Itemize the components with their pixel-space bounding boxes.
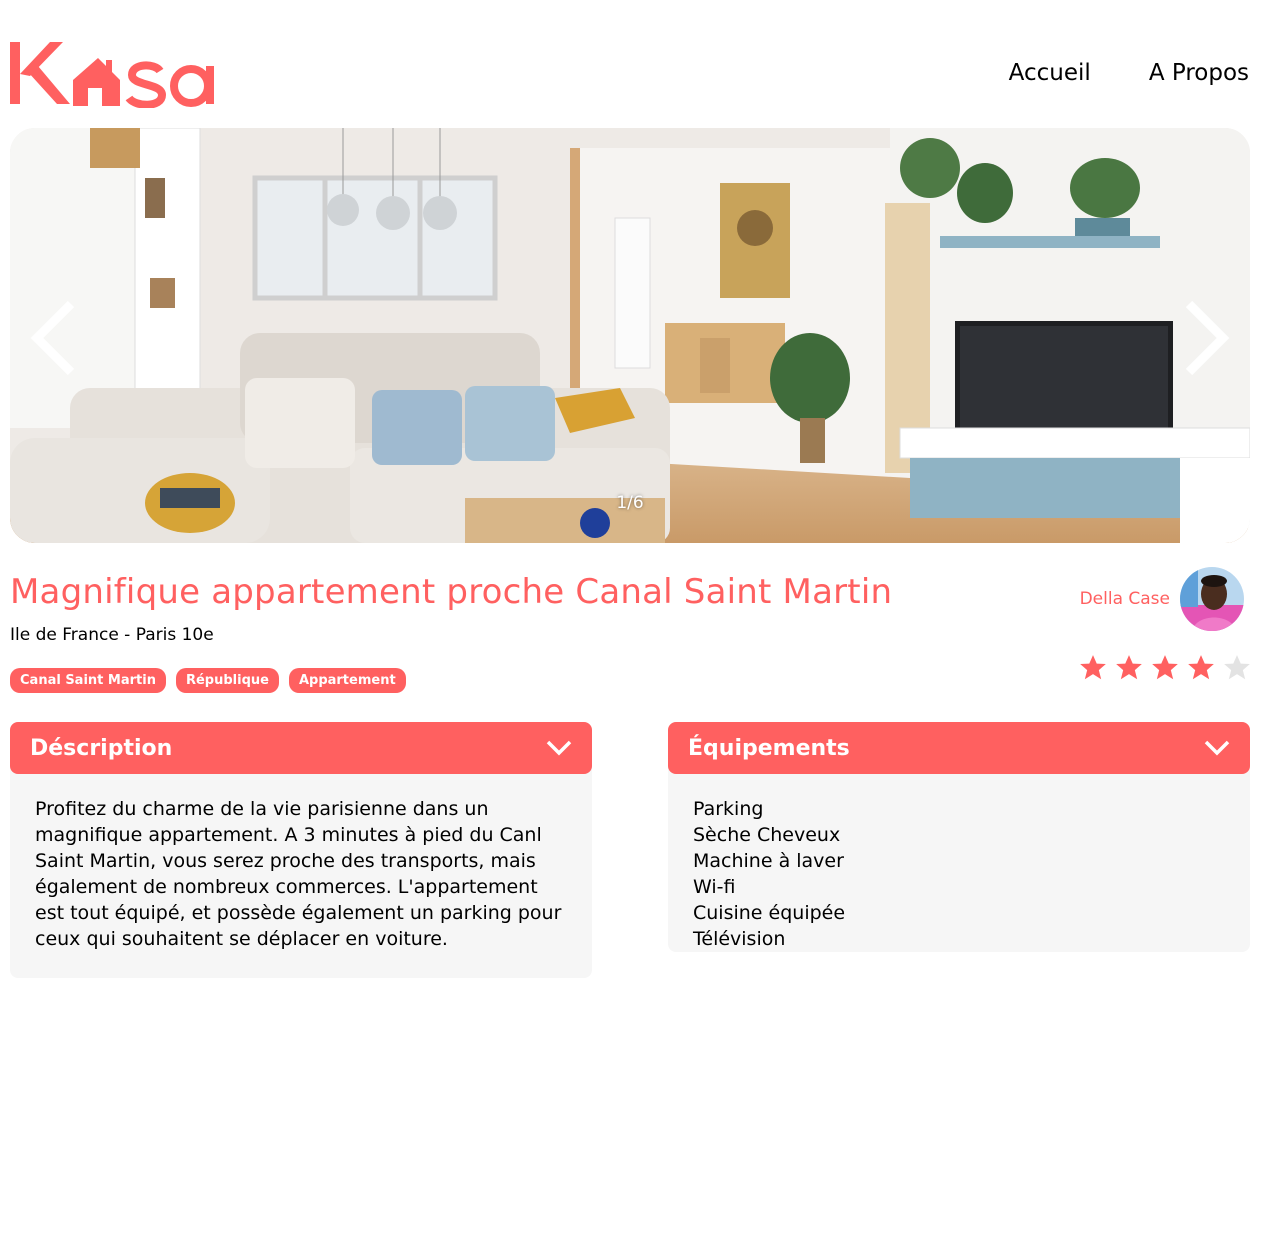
equipment-item: Sèche Cheveux bbox=[693, 824, 841, 846]
star-empty-icon bbox=[1223, 654, 1251, 682]
carousel-next-button[interactable] bbox=[1175, 298, 1235, 378]
carousel-prev-button[interactable] bbox=[25, 298, 85, 378]
equipment-item: Cuisine équipée bbox=[693, 902, 846, 924]
chevron-down-icon bbox=[546, 740, 572, 756]
listing-title: Magnifique appartement proche Canal Sain… bbox=[10, 572, 893, 612]
star-filled-icon bbox=[1151, 654, 1179, 682]
star-filled-icon bbox=[1079, 654, 1107, 682]
equipments-toggle[interactable]: Équipements bbox=[668, 722, 1250, 774]
tag: Appartement bbox=[288, 668, 406, 693]
rating-stars bbox=[1079, 654, 1251, 682]
equipment-item: Parking bbox=[693, 798, 764, 820]
listing-location: Ile de France - Paris 10e bbox=[10, 625, 214, 645]
equipments-body: Parking Sèche Cheveux Machine à laver Wi… bbox=[668, 764, 1250, 952]
host-avatar bbox=[1180, 567, 1244, 631]
main-nav: Accueil A Propos bbox=[1009, 60, 1249, 86]
chevron-left-icon bbox=[30, 300, 75, 376]
description-body: Profitez du charme de la vie parisienne … bbox=[10, 764, 592, 978]
chevron-right-icon bbox=[1185, 300, 1230, 376]
equipment-item: Machine à laver bbox=[693, 850, 844, 872]
nav-home-link[interactable]: Accueil bbox=[1009, 60, 1091, 86]
equipment-item: Wi-fi bbox=[693, 876, 736, 898]
star-filled-icon bbox=[1187, 654, 1215, 682]
equipments-title: Équipements bbox=[688, 735, 850, 761]
equipments-collapse: Équipements Parking Sèche Cheveux Machin… bbox=[668, 722, 1250, 952]
host-info: Della Case bbox=[1080, 567, 1244, 631]
tag: Canal Saint Martin bbox=[10, 668, 166, 693]
description-toggle[interactable]: Déscription bbox=[10, 722, 592, 774]
description-title: Déscription bbox=[30, 735, 173, 761]
equipment-list: Parking Sèche Cheveux Machine à laver Wi… bbox=[693, 796, 1225, 952]
host-name: Della Case bbox=[1079, 589, 1170, 609]
kasa-logo[interactable] bbox=[10, 36, 222, 108]
image-carousel: 1/6 bbox=[10, 128, 1250, 543]
nav-about-link[interactable]: A Propos bbox=[1149, 60, 1249, 86]
equipment-item: Télévision bbox=[693, 928, 786, 950]
description-collapse: Déscription Profitez du charme de la vie… bbox=[10, 722, 592, 978]
star-filled-icon bbox=[1115, 654, 1143, 682]
description-text: Profitez du charme de la vie parisienne … bbox=[35, 798, 562, 950]
apartment-photo bbox=[10, 128, 1250, 543]
chevron-down-icon bbox=[1204, 740, 1230, 756]
tag: République bbox=[175, 668, 279, 693]
tag-list: Canal Saint Martin République Appartemen… bbox=[10, 668, 406, 693]
carousel-counter: 1/6 bbox=[616, 493, 644, 513]
